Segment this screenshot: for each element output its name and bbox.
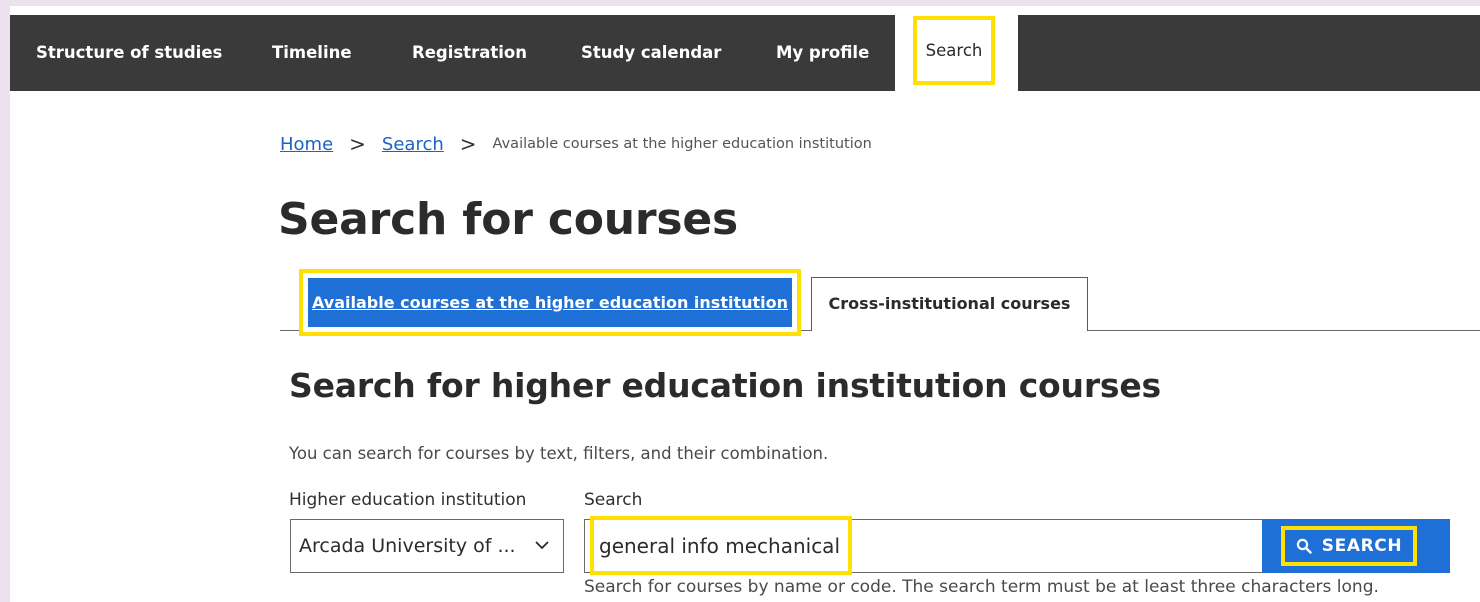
section-title: Search for higher education institution … (289, 366, 1161, 405)
chevron-down-icon (535, 541, 549, 549)
breadcrumb-separator: > (349, 132, 366, 156)
section-description: You can search for courses by text, filt… (289, 444, 829, 463)
institution-label: Higher education institution (289, 490, 527, 510)
institution-select-value: Arcada University of ... (299, 535, 516, 557)
breadcrumb-separator: > (459, 132, 477, 156)
nav-item-search-active: Search (895, 15, 1018, 91)
nav-item-search[interactable]: Search (913, 16, 995, 85)
search-button[interactable]: SEARCH (1262, 519, 1450, 573)
search-button-highlight: SEARCH (1281, 526, 1417, 566)
nav-item-timeline[interactable]: Timeline (272, 15, 352, 91)
tab-highlight: Available courses at the higher educatio… (299, 269, 801, 336)
nav-item-registration[interactable]: Registration (412, 15, 527, 91)
breadcrumb-search-link[interactable]: Search (382, 134, 444, 155)
search-label: Search (584, 490, 643, 510)
search-field (584, 516, 1264, 575)
institution-select[interactable]: Arcada University of ... (290, 519, 564, 573)
search-help-text: Search for courses by name or code. The … (584, 577, 1379, 597)
search-button-label: SEARCH (1321, 536, 1403, 556)
breadcrumb-home-link[interactable]: Home (280, 134, 333, 155)
page-frame: Structure of studies Timeline Registrati… (10, 6, 1480, 602)
nav-item-structure-of-studies[interactable]: Structure of studies (36, 15, 222, 91)
search-input[interactable] (599, 526, 1239, 566)
nav-item-my-profile[interactable]: My profile (776, 15, 869, 91)
page-title: Search for courses (278, 194, 738, 245)
tab-available-courses[interactable]: Available courses at the higher educatio… (308, 278, 792, 327)
search-icon (1296, 538, 1312, 554)
top-navigation: Structure of studies Timeline Registrati… (10, 15, 1480, 91)
tab-cross-institutional-courses[interactable]: Cross-institutional courses (811, 277, 1088, 331)
breadcrumb-current: Available courses at the higher educatio… (492, 136, 872, 152)
breadcrumb: Home > Search > Available courses at the… (280, 130, 872, 158)
nav-item-study-calendar[interactable]: Study calendar (581, 15, 721, 91)
